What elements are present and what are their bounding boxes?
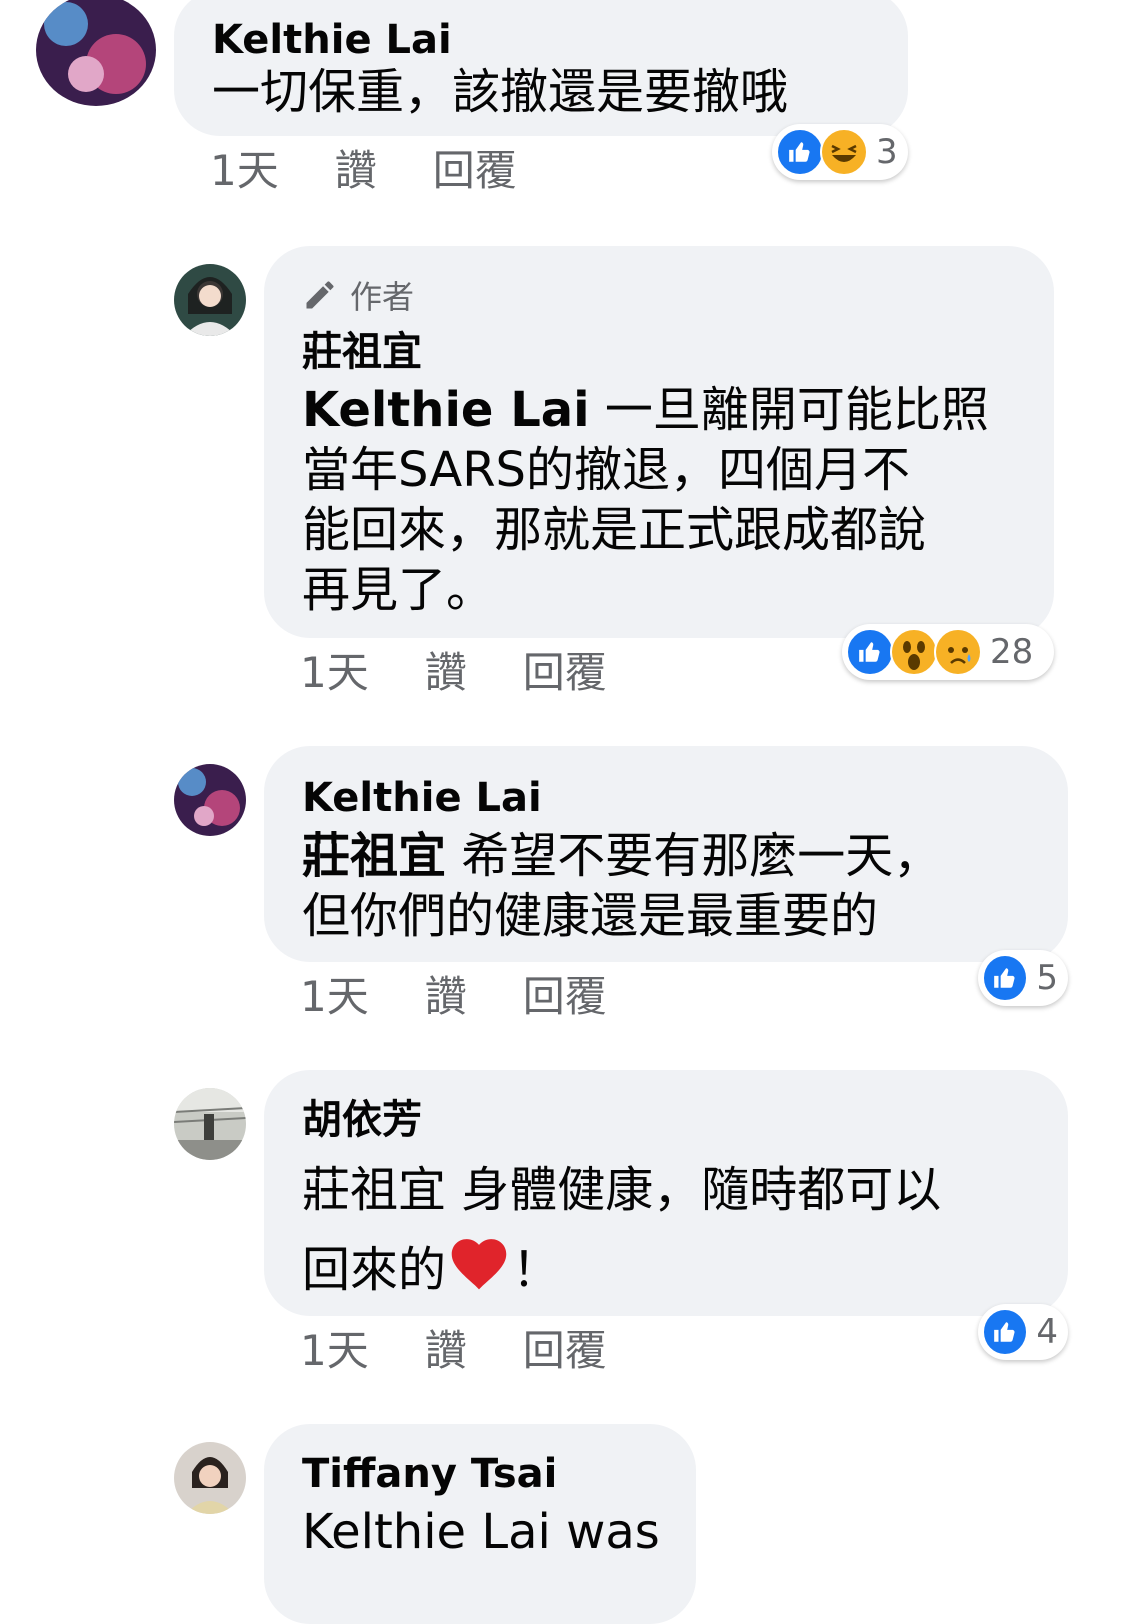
- comment-bubble: 作者 莊祖宜 Kelthie Lai 一旦離開可能比照 當年SARS的撤退，四個…: [264, 246, 1054, 638]
- reaction-count: 3: [876, 132, 898, 172]
- reply-button[interactable]: 回覆: [523, 976, 607, 1018]
- haha-icon: [820, 128, 868, 176]
- commenter-name[interactable]: 莊祖宜: [302, 332, 422, 372]
- avatar[interactable]: [174, 1442, 246, 1514]
- wow-icon: [890, 628, 938, 676]
- like-button[interactable]: 讚: [425, 1330, 467, 1372]
- comment-time[interactable]: 1天: [300, 652, 369, 694]
- mention-link[interactable]: 莊祖宜: [302, 828, 446, 884]
- like-icon: [776, 128, 824, 176]
- reactions-summary[interactable]: 5: [978, 950, 1068, 1006]
- comment-actions: 1天 讚 回覆: [210, 150, 517, 192]
- reactions-summary[interactable]: 3: [772, 124, 908, 180]
- comment-text: 一切保重，該撤還是要撤哦: [212, 64, 789, 120]
- comment-time[interactable]: 1天: [210, 150, 279, 192]
- comment-text: Kelthie Lai 一旦離開可能比照 當年SARS的撤退，四個月不 能回來，…: [302, 382, 989, 618]
- reaction-count: 5: [1036, 958, 1058, 998]
- comment-bubble: Kelthie Lai 莊祖宜 希望不要有那麼一天， 但你們的健康還是最重要的: [264, 746, 1068, 962]
- heart-emoji-icon: [446, 1231, 512, 1315]
- author-label: 作者: [350, 278, 415, 316]
- reactions-summary[interactable]: 28: [842, 624, 1054, 680]
- reply-button[interactable]: 回覆: [523, 652, 607, 694]
- comment-text: Kelthie Lai was: [302, 1504, 660, 1560]
- reaction-count: 4: [1036, 1312, 1058, 1352]
- author-badge: 作者: [302, 272, 414, 318]
- reaction-count: 28: [990, 632, 1034, 672]
- avatar[interactable]: [174, 764, 246, 836]
- pencil-icon: [306, 281, 334, 309]
- like-button[interactable]: 讚: [425, 976, 467, 1018]
- sad-icon: [934, 628, 982, 676]
- avatar[interactable]: [36, 0, 156, 106]
- commenter-name[interactable]: Kelthie Lai: [302, 778, 542, 818]
- commenter-name[interactable]: Tiffany Tsai: [302, 1454, 557, 1494]
- like-icon: [982, 1308, 1029, 1356]
- comment-bubble: Kelthie Lai 一切保重，該撤還是要撤哦: [174, 0, 908, 136]
- comment-bubble: Tiffany Tsai Kelthie Lai was: [264, 1424, 696, 1624]
- comment-text: 莊祖宜 希望不要有那麼一天， 但你們的健康還是最重要的: [302, 828, 942, 944]
- comment-actions: 1天 讚 回覆: [300, 652, 607, 694]
- comment-text: 莊祖宜 身體健康，隨時都可以 回來的！: [302, 1150, 941, 1315]
- comment-bubble: 胡依芳 莊祖宜 身體健康，隨時都可以 回來的！: [264, 1070, 1068, 1316]
- mention-link[interactable]: Kelthie Lai: [302, 382, 590, 438]
- avatar[interactable]: [174, 1088, 246, 1160]
- reactions-summary[interactable]: 4: [978, 1304, 1068, 1360]
- reply-button[interactable]: 回覆: [523, 1330, 607, 1372]
- comment-time[interactable]: 1天: [300, 976, 369, 1018]
- like-icon: [982, 954, 1029, 1002]
- comment-actions: 1天 讚 回覆: [300, 976, 607, 1018]
- comment-actions: 1天 讚 回覆: [300, 1330, 607, 1372]
- commenter-name[interactable]: 胡依芳: [302, 1100, 422, 1140]
- comment-time[interactable]: 1天: [300, 1330, 369, 1372]
- like-button[interactable]: 讚: [425, 652, 467, 694]
- like-button[interactable]: 讚: [335, 150, 377, 192]
- like-icon: [846, 628, 894, 676]
- avatar[interactable]: [174, 264, 246, 336]
- commenter-name[interactable]: Kelthie Lai: [212, 20, 452, 60]
- reply-button[interactable]: 回覆: [433, 150, 517, 192]
